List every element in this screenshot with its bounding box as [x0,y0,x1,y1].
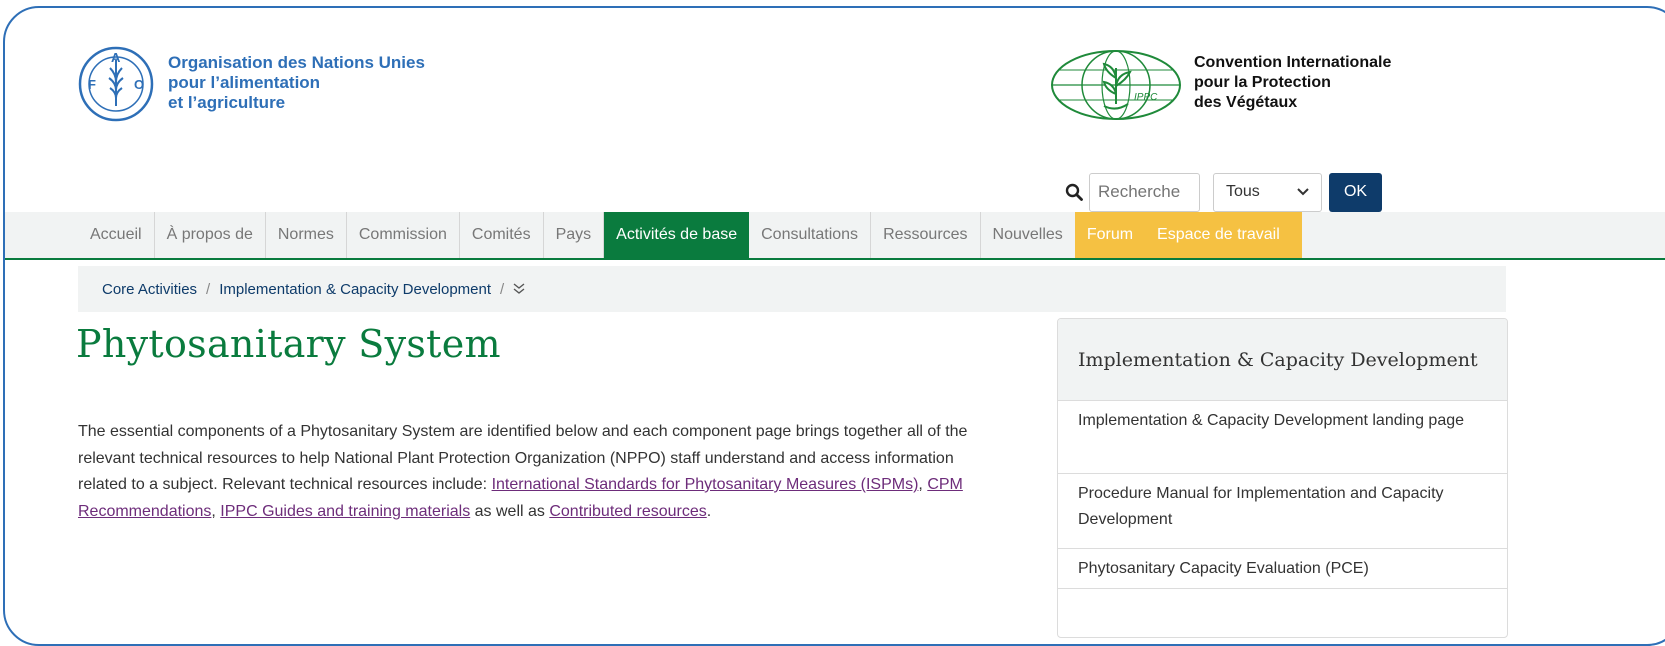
link-ispms[interactable]: International Standards for Phytosanitar… [492,476,919,493]
sidebar-menu: Implementation & Capacity Development Im… [1057,318,1508,638]
intro-as-well-as: as well as [470,502,550,520]
intro-period: . [706,502,712,520]
nav-item-pays[interactable]: Pays [544,212,605,258]
nav-item-a-propos[interactable]: À propos de [155,212,266,258]
main-nav: Accueil À propos de Normes Commission Co… [5,212,1665,260]
nav-item-ressources[interactable]: Ressources [871,212,981,258]
nav-item-normes[interactable]: Normes [266,212,347,258]
fao-logo-icon[interactable]: F A O [78,46,154,122]
page-title: Phytosanitary System [76,322,501,366]
nav-item-nouvelles[interactable]: Nouvelles [981,212,1075,258]
main-nav-items: Accueil À propos de Normes Commission Co… [78,212,1302,260]
ippc-logo-text: IPPC [1134,92,1158,103]
fao-name-line3: et l’agriculture [168,93,286,112]
breadcrumb-item-implementation[interactable]: Implementation & Capacity Development [219,281,491,298]
double-chevron-down-icon[interactable] [513,283,525,295]
ippc-name[interactable]: Convention Internationale pour la Protec… [1194,53,1391,113]
fao-name-line2: pour l’alimentation [168,73,321,92]
search-bar: Tous OK [1065,172,1382,212]
fao-logo-letter-a: A [111,50,121,65]
sidebar-item-pce[interactable]: Phytosanitary Capacity Evaluation (PCE) [1058,549,1507,589]
nav-item-accueil[interactable]: Accueil [78,212,155,258]
sidebar-item-procedure-manual[interactable]: Procedure Manual for Implementation and … [1058,474,1507,549]
page-frame: F A O Organisation des Nations Unies pou… [3,6,1665,646]
nav-item-commission[interactable]: Commission [347,212,460,258]
nav-item-forum[interactable]: Forum [1074,212,1146,258]
intro-comma: , [918,476,928,493]
intro-comma: , [211,502,221,520]
breadcrumb-separator: / [206,280,211,298]
ippc-name-line1: Convention Internationale [1194,54,1392,71]
fao-logo-letter-f: F [88,77,96,92]
nav-item-activites-de-base[interactable]: Activités de base [604,212,750,258]
link-ippc-guides[interactable]: IPPC Guides and training materials [220,503,470,520]
breadcrumb: Core Activities / Implementation & Capac… [78,266,1506,312]
sidebar-item-landing-page[interactable]: Implementation & Capacity Development la… [1058,401,1507,474]
fao-name-line1: Organisation des Nations Unies [168,53,425,72]
search-icon [1065,183,1083,201]
chevron-down-icon [1297,188,1309,196]
breadcrumb-item-core-activities[interactable]: Core Activities [102,281,197,298]
ippc-name-line2: pour la Protection [1194,74,1331,91]
search-scope-select[interactable]: Tous [1213,172,1322,212]
search-input[interactable] [1089,172,1200,212]
fao-name[interactable]: Organisation des Nations Unies pour l’al… [168,53,425,113]
search-scope-value: Tous [1226,183,1260,200]
fao-logo-letter-o: O [134,77,144,92]
nav-item-espace-de-travail[interactable]: Espace de travail [1145,212,1302,258]
sidebar-title: Implementation & Capacity Development [1058,319,1507,401]
search-submit-button[interactable]: OK [1329,172,1382,212]
ippc-name-line3: des Végétaux [1194,94,1298,111]
link-contributed-resources[interactable]: Contributed resources [549,503,706,520]
nav-item-comites[interactable]: Comités [460,212,544,258]
intro-paragraph: The essential components of a Phytosanit… [78,419,988,525]
breadcrumb-separator: / [500,280,505,298]
ippc-logo-icon[interactable]: IPPC [1048,48,1184,122]
nav-item-consultations[interactable]: Consultations [749,212,872,258]
